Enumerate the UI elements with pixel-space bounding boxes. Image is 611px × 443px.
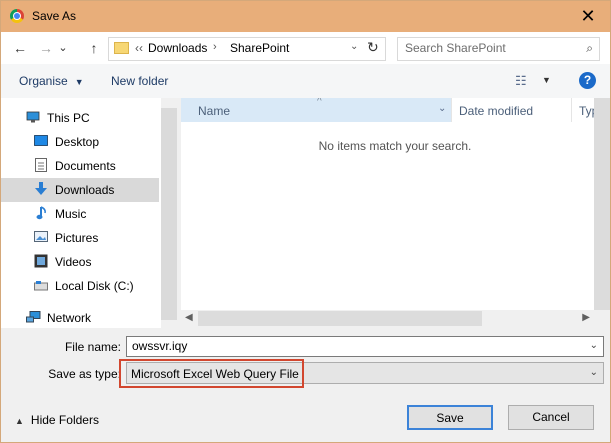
address-dropdown-button[interactable]: ⌄ <box>350 41 358 52</box>
desktop-icon <box>34 135 48 147</box>
address-overflow[interactable]: ‹‹ <box>135 41 143 55</box>
sidebar-item-this-pc[interactable]: This PC <box>1 106 159 130</box>
disk-icon <box>34 280 48 292</box>
scrollbar-thumb[interactable] <box>594 98 610 310</box>
sidebar-item-label: Downloads <box>55 183 115 197</box>
forward-button[interactable]: → <box>35 37 57 59</box>
save-as-type-label-text: Save as type: <box>48 367 121 381</box>
view-options-dropdown[interactable]: ▼ <box>542 75 551 85</box>
music-icon <box>36 206 50 220</box>
sidebar-item-downloads[interactable]: Downloads <box>1 178 159 202</box>
chevron-down-icon: ▼ <box>74 77 84 87</box>
sidebar-item-videos[interactable]: Videos <box>1 250 159 274</box>
scroll-left-icon[interactable]: ◀ <box>185 312 193 323</box>
file-list-horizontal-scrollbar[interactable]: ◀ ▶ <box>181 310 594 327</box>
empty-message: No items match your search. <box>318 139 472 153</box>
title-bar: Save As ✕ <box>1 1 610 32</box>
column-divider[interactable] <box>451 98 452 122</box>
pictures-icon <box>34 231 48 243</box>
hide-folders-button[interactable]: ▲ Hide Folders <box>15 413 99 427</box>
file-list-vertical-scrollbar[interactable] <box>594 98 610 310</box>
save-as-type-label: Save as type: <box>21 367 121 381</box>
organise-button[interactable]: Organise ▼ <box>19 74 84 88</box>
search-icon[interactable]: ⌕ <box>586 41 593 56</box>
search-input[interactable] <box>405 41 575 55</box>
computer-icon <box>26 111 40 123</box>
folder-icon <box>114 42 129 54</box>
navigation-pane-scrollbar[interactable] <box>161 98 177 328</box>
scrollbar-thumb[interactable] <box>198 311 482 326</box>
column-filter-button[interactable]: ⌄ <box>438 103 446 114</box>
sidebar-item-label: Pictures <box>55 231 99 245</box>
save-button[interactable]: Save <box>407 405 493 430</box>
sidebar-item-desktop[interactable]: Desktop <box>1 130 159 154</box>
sidebar-item-label: Documents <box>55 159 116 173</box>
documents-icon <box>35 158 49 172</box>
chrome-icon <box>10 9 24 23</box>
new-folder-button[interactable]: New folder <box>111 74 168 88</box>
downloads-icon <box>34 182 48 195</box>
breadcrumb-sharepoint[interactable]: SharePoint <box>230 41 289 55</box>
breadcrumb-downloads[interactable]: Downloads <box>148 41 207 55</box>
chevron-down-icon[interactable]: ⌄ <box>590 340 598 351</box>
sidebar-item-local-disk[interactable]: Local Disk (C:) <box>1 274 159 298</box>
organise-label: Organise <box>19 74 68 88</box>
sidebar-item-label: Videos <box>55 255 92 269</box>
sidebar-item-label: Local Disk (C:) <box>55 279 134 293</box>
chevron-down-icon[interactable]: ⌄ <box>590 367 598 378</box>
refresh-button[interactable]: ↻ <box>367 39 379 56</box>
sidebar-item-documents[interactable]: Documents <box>1 154 159 178</box>
network-icon <box>26 311 41 323</box>
cancel-button[interactable]: Cancel <box>508 405 594 430</box>
address-bar[interactable]: ‹‹ Downloads › SharePoint ⌄ ↻ <box>108 37 386 61</box>
sidebar-item-label: This PC <box>47 111 90 125</box>
column-date-modified[interactable]: Date modified <box>459 104 533 118</box>
sidebar-item-label: Network <box>47 311 92 325</box>
recent-locations-button[interactable]: ⌄ <box>56 37 70 59</box>
filename-input[interactable] <box>132 339 572 353</box>
view-options-icon[interactable]: ☷ <box>515 73 527 89</box>
search-box[interactable]: ⌕ <box>397 37 600 61</box>
column-type[interactable]: Type <box>579 104 594 118</box>
scroll-right-icon[interactable]: ▶ <box>582 312 590 323</box>
sidebar-item-music[interactable]: Music <box>1 202 159 226</box>
up-button[interactable]: ↑ <box>83 37 105 59</box>
videos-icon <box>34 254 48 268</box>
sidebar-item-label: Music <box>55 207 87 221</box>
sort-ascending-icon: ^ <box>317 98 322 107</box>
breadcrumb-separator[interactable]: › <box>213 41 217 53</box>
hide-folders-label: Hide Folders <box>30 413 99 427</box>
close-button[interactable]: ✕ <box>566 1 610 32</box>
column-name[interactable]: Name <box>198 104 230 118</box>
navigation-pane: This PC Desktop Documents Downloads Musi… <box>1 98 161 328</box>
command-bar: Organise ▼ New folder ☷ ▼ ? <box>1 64 610 98</box>
annotation-highlight-box <box>119 359 304 388</box>
filename-label: File name: <box>21 340 121 354</box>
sidebar-item-pictures[interactable]: Pictures <box>1 226 159 250</box>
save-as-dialog: Save As ✕ ← → ⌄ ↑ ‹‹ Downloads › SharePo… <box>0 0 611 443</box>
column-divider[interactable] <box>571 98 572 122</box>
filename-field[interactable]: ⌄ <box>126 336 604 357</box>
column-header: Name ^ ⌄ Date modified Type <box>181 98 594 122</box>
filename-label-text: File name: <box>64 340 121 354</box>
scrollbar-thumb[interactable] <box>161 108 177 320</box>
file-list: Name ^ ⌄ Date modified Type No items mat… <box>181 98 594 310</box>
help-icon[interactable]: ? <box>579 72 596 89</box>
window-title: Save As <box>32 9 77 23</box>
back-button[interactable]: ← <box>9 37 31 59</box>
navigation-bar: ← → ⌄ ↑ ‹‹ Downloads › SharePoint ⌄ ↻ ⌕ <box>1 32 610 64</box>
sidebar-item-label: Desktop <box>55 135 100 149</box>
sidebar-item-network[interactable]: Network <box>1 306 159 328</box>
chevron-up-icon: ▲ <box>15 416 24 426</box>
